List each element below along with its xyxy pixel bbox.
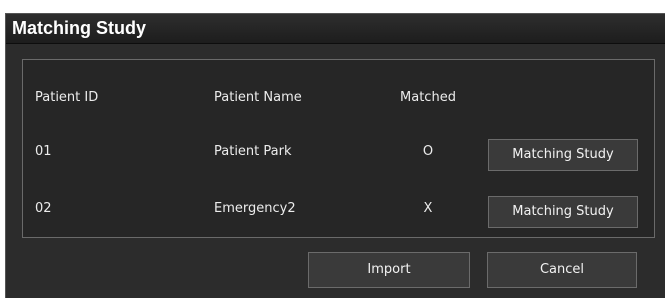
header-matched: Matched [400,90,456,105]
cancel-button[interactable]: Cancel [487,252,637,288]
matching-study-dialog: Matching Study Patient ID Patient Name M… [5,13,665,298]
row-2-patient-name: Emergency2 [214,201,296,216]
dialog-title: Matching Study [12,18,146,38]
patient-table: Patient ID Patient Name Matched 01 Patie… [22,59,655,238]
dialog-titlebar[interactable]: Matching Study [6,14,665,44]
row-2-patient-id: 02 [35,201,52,216]
row-2-matching-study-button[interactable]: Matching Study [488,196,638,228]
row-1-patient-name: Patient Park [214,144,292,159]
header-patient-name: Patient Name [214,90,302,105]
row-2-matched-status: X [423,201,433,216]
row-1-matching-study-button[interactable]: Matching Study [488,139,638,171]
import-button[interactable]: Import [308,252,470,288]
row-1-matched-status: O [422,144,434,159]
row-1-patient-id: 01 [35,144,52,159]
header-patient-id: Patient ID [35,90,99,105]
